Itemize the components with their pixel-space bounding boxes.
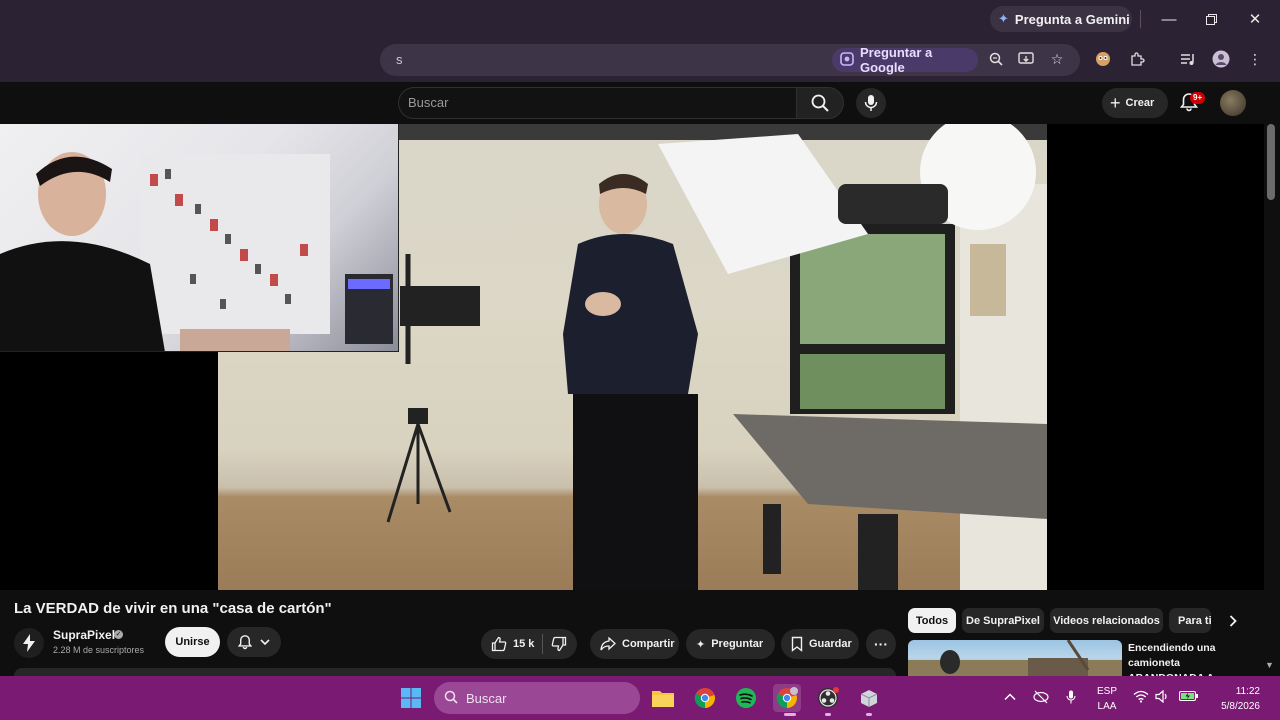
share-label: Compartir (622, 638, 675, 650)
share-arrow-icon (600, 637, 616, 651)
notification-badge: 9+ (1190, 92, 1206, 104)
search-icon (811, 94, 829, 112)
file-explorer-icon[interactable] (649, 684, 677, 712)
google-lens-icon (840, 51, 854, 69)
tray-chevron-up-icon[interactable] (1004, 690, 1016, 704)
ask-button[interactable]: ✦ Preguntar (686, 629, 775, 659)
zoom-icon[interactable] (985, 48, 1007, 70)
windows-taskbar (0, 676, 1280, 720)
thumbs-down-icon (552, 636, 567, 652)
browser-toolbar (0, 38, 1280, 82)
volume-icon[interactable] (1155, 689, 1170, 706)
bookmark-star-icon[interactable]: ☆ (1046, 48, 1068, 70)
clock-time: 11:22 (1235, 686, 1260, 697)
obs-studio-icon[interactable] (814, 684, 842, 712)
save-label: Guardar (809, 638, 852, 650)
channel-name[interactable]: SupraPixel (53, 628, 115, 642)
verified-check-icon: ✓ (114, 630, 123, 639)
active-app-indicator (784, 713, 796, 716)
media-controls-icon[interactable] (1177, 48, 1199, 70)
suprapixel-logo-icon (23, 634, 35, 652)
bell-icon (238, 635, 252, 650)
minimize-icon[interactable]: — (1158, 8, 1180, 30)
keyboard-language[interactable]: ESP LAA (1096, 684, 1118, 714)
share-button[interactable]: Compartir (590, 629, 679, 659)
chrome-app-icon[interactable] (691, 684, 719, 712)
like-divider (542, 634, 544, 654)
create-label: Crear (1125, 97, 1155, 109)
like-button[interactable] (491, 636, 507, 652)
ask-google-label: Preguntar a Google (860, 45, 933, 75)
microphone-icon (864, 95, 878, 111)
running-app-indicator-2 (866, 713, 872, 716)
search-button[interactable] (796, 87, 844, 119)
account-avatar[interactable] (1220, 90, 1246, 116)
gemini-sparkle-icon: ✦ (998, 11, 1009, 26)
subscriber-count: 2.28 M de suscriptores (53, 645, 145, 655)
channel-logo[interactable] (14, 628, 44, 658)
dislike-button[interactable] (551, 636, 567, 652)
chevron-right-icon[interactable] (1222, 608, 1244, 633)
create-button[interactable]: + Crear (1102, 88, 1168, 118)
search-placeholder: Buscar (408, 95, 449, 110)
scroll-down-icon[interactable]: ▼ (1265, 660, 1274, 670)
chevron-down-icon (260, 639, 270, 646)
taskbar-search[interactable]: Buscar (434, 682, 640, 714)
gemini-button-label: Pregunta a Gemini (1014, 11, 1130, 27)
recommended-title[interactable]: Encendiendo una camioneta ABANDONADA A .… (1128, 641, 1258, 676)
taskbar-clock[interactable]: 11:22 5/8/2026 (1210, 684, 1260, 714)
more-actions-icon[interactable]: ··· (866, 629, 896, 659)
running-app-indicator (825, 713, 831, 716)
scrollbar-thumb[interactable] (1267, 124, 1275, 200)
close-icon[interactable]: ✕ (1244, 8, 1266, 30)
battery-charging-icon[interactable] (1178, 690, 1199, 705)
plus-icon: + (1110, 92, 1121, 113)
ask-google-button[interactable]: Preguntar a Google (832, 45, 978, 75)
video-title: La VERDAD de vivir en una "casa de cartó… (14, 600, 332, 617)
ask-label: Preguntar (711, 638, 764, 650)
install-app-icon[interactable] (1015, 48, 1037, 70)
voice-search-button[interactable] (856, 88, 886, 118)
address-bar-text: s (396, 52, 403, 67)
screen: ✦ Pregunta a Gemini — ✕ s Preguntar a Go… (0, 0, 1280, 720)
app-package-icon[interactable] (855, 684, 883, 712)
spotify-icon[interactable] (732, 684, 760, 712)
chip-todos[interactable]: Todos (908, 608, 956, 633)
webcam-scene (0, 152, 393, 351)
tray-microphone-icon[interactable] (1066, 690, 1076, 707)
description-box[interactable] (14, 668, 896, 676)
thumbs-up-icon (491, 636, 507, 652)
bookmark-icon (791, 636, 803, 652)
clock-date: 5/8/2026 (1221, 701, 1260, 712)
language-layout: LAA (1097, 701, 1117, 712)
windows-start-icon[interactable] (397, 684, 425, 712)
recommended-thumbnail[interactable] (908, 640, 1122, 676)
chip-videos-relacionados[interactable]: Videos relacionados (1050, 608, 1163, 633)
notification-preferences-button[interactable] (227, 627, 281, 657)
save-button[interactable]: Guardar (781, 629, 859, 659)
extension-avatar-icon[interactable] (1092, 48, 1114, 70)
taskbar-search-icon (444, 690, 458, 707)
chip-para-ti[interactable]: Para ti (1169, 608, 1211, 633)
join-button[interactable]: Unirse (165, 627, 220, 657)
language-code: ESP (1096, 686, 1117, 697)
taskbar-search-label: Buscar (466, 690, 507, 706)
chip-de-suprapixel[interactable]: De SupraPixel (962, 608, 1044, 633)
extensions-puzzle-icon[interactable] (1126, 48, 1148, 70)
sparkle-icon: ✦ (696, 638, 706, 651)
webcam-overlay (0, 124, 399, 352)
gemini-button[interactable]: ✦ Pregunta a Gemini (990, 6, 1132, 32)
titlebar-divider (1140, 10, 1141, 28)
video-player[interactable] (0, 124, 1264, 590)
chrome-menu-icon[interactable]: ⋮ (1244, 48, 1266, 70)
wifi-icon[interactable] (1133, 690, 1149, 706)
restore-icon[interactable] (1200, 8, 1222, 30)
tray-privacy-icon[interactable] (1033, 690, 1049, 707)
profile-avatar-icon[interactable] (1210, 48, 1232, 70)
search-input[interactable] (398, 87, 796, 119)
like-count: 15 k (513, 638, 535, 650)
chrome-profile-app-icon[interactable] (773, 684, 801, 712)
like-dislike-group: 15 k (481, 629, 577, 659)
